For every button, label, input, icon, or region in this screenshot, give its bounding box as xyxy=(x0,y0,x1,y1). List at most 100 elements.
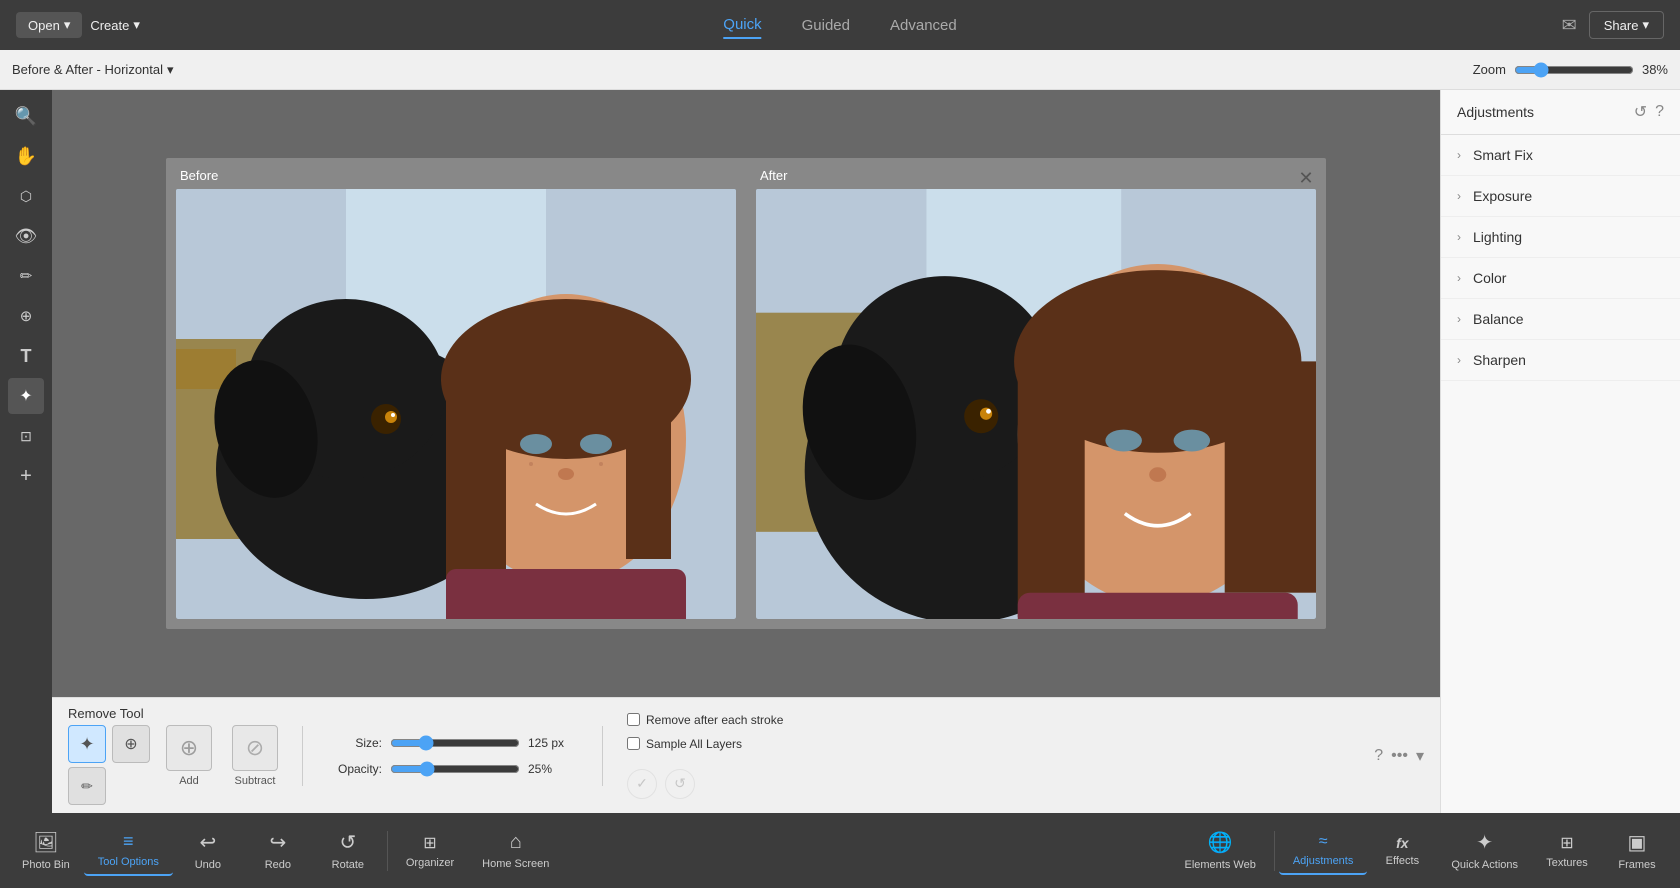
organizer-button[interactable]: ⊞ Organizer xyxy=(392,827,468,875)
transform-tool[interactable]: ⊡ xyxy=(8,418,44,454)
after-image xyxy=(756,189,1316,619)
undo-label: Undo xyxy=(195,859,221,871)
quick-actions-button[interactable]: ✦ Quick Actions xyxy=(1437,824,1532,877)
photo-panel: ✕ Before xyxy=(166,158,1326,629)
tool-options-label: Tool Options xyxy=(98,856,159,868)
action-buttons: ✓ ↺ xyxy=(627,769,783,799)
tool-options-icon: ≡ xyxy=(123,831,134,852)
subtract-label: Subtract xyxy=(235,775,276,787)
opacity-slider[interactable] xyxy=(390,761,520,777)
effects-button[interactable]: fx Effects xyxy=(1367,829,1437,873)
share-button[interactable]: Share ▾ xyxy=(1589,11,1664,39)
rotate-button[interactable]: ↺ Rotate xyxy=(313,824,383,877)
tab-quick[interactable]: Quick xyxy=(723,12,761,39)
view-mode-select[interactable]: Before & After - Horizontal ▾ xyxy=(12,62,174,78)
share-label: Share xyxy=(1604,18,1639,33)
brush-tool[interactable]: ✏ xyxy=(8,258,44,294)
brush-alternate-btn[interactable]: ⊕ xyxy=(112,725,150,763)
opacity-label: Opacity: xyxy=(327,762,382,776)
textures-button[interactable]: ⊞ Textures xyxy=(1532,827,1602,875)
adjustments-help-button[interactable]: ? xyxy=(1655,102,1664,122)
subtract-brush-btn[interactable]: ⊘ xyxy=(232,725,278,771)
create-button[interactable]: Create ▾ xyxy=(90,17,140,33)
tool-options-help: ? ••• ▾ xyxy=(1374,746,1424,766)
frames-button[interactable]: ▣ Frames xyxy=(1602,824,1672,877)
bottom-bar: 🖼 Photo Bin ≡ Tool Options ↩ Undo ↪ Redo… xyxy=(0,813,1680,888)
subtract-group: ⊘ Subtract xyxy=(232,725,278,787)
text-tool[interactable]: T xyxy=(8,338,44,374)
checkbox-group: Remove after each stroke Sample All Laye… xyxy=(627,713,783,799)
zoom-value: 38% xyxy=(1642,62,1668,77)
undo-button[interactable]: ↩ Undo xyxy=(173,824,243,877)
size-slider[interactable] xyxy=(390,735,520,751)
adj-color[interactable]: › Color xyxy=(1441,258,1680,299)
add-group: ⊕ Add xyxy=(166,725,212,787)
close-button[interactable]: ✕ xyxy=(1294,166,1318,190)
hand-tool[interactable]: ✋ xyxy=(8,138,44,174)
sample-all-layers-checkbox[interactable] xyxy=(627,737,640,750)
adj-exposure[interactable]: › Exposure xyxy=(1441,176,1680,217)
top-bar-right: ✉ Share ▾ xyxy=(1562,11,1664,39)
right-panel: Adjustments ↺ ? › Smart Fix › Exposure ›… xyxy=(1440,90,1680,813)
tool-options-button[interactable]: ≡ Tool Options xyxy=(84,825,173,876)
confirm-button[interactable]: ✓ xyxy=(627,769,657,799)
photo-bin-button[interactable]: 🖼 Photo Bin xyxy=(8,824,84,877)
visibility-tool[interactable]: 👁 xyxy=(8,218,44,254)
adjustments-button[interactable]: ≈ Adjustments xyxy=(1279,827,1368,875)
add-brush-btn[interactable]: ⊕ xyxy=(166,725,212,771)
expand-button[interactable]: ▾ xyxy=(1416,746,1424,766)
tab-guided[interactable]: Guided xyxy=(802,13,850,38)
eraser-btn[interactable]: ✏ xyxy=(68,767,106,805)
main-layout: 🔍 ✋ ⬡ 👁 ✏ ⊕ T ✦ ⊡ + ✕ Before xyxy=(0,90,1680,813)
bottom-bar-right: 🌐 Elements Web ≈ Adjustments fx Effects … xyxy=(1171,824,1673,877)
brush-active-btn[interactable]: ✦ xyxy=(68,725,106,763)
adj-balance[interactable]: › Balance xyxy=(1441,299,1680,340)
exposure-chevron-icon: › xyxy=(1457,189,1461,203)
textures-icon: ⊞ xyxy=(1560,833,1573,853)
canvas-content: ✕ Before xyxy=(52,90,1440,697)
help-button[interactable]: ? xyxy=(1374,747,1383,765)
opacity-value: 25% xyxy=(528,762,578,776)
remove-after-stroke-label: Remove after each stroke xyxy=(646,713,783,727)
open-label: Open xyxy=(28,18,60,33)
add-label: Add xyxy=(179,775,199,787)
add-tool[interactable]: + xyxy=(8,458,44,494)
divider-1 xyxy=(302,726,303,786)
adj-smart-fix[interactable]: › Smart Fix xyxy=(1441,135,1680,176)
rotate-icon: ↺ xyxy=(339,830,356,855)
adj-sharpen[interactable]: › Sharpen xyxy=(1441,340,1680,381)
remove-after-stroke-row: Remove after each stroke xyxy=(627,713,783,727)
remove-after-stroke-checkbox[interactable] xyxy=(627,713,640,726)
tab-advanced[interactable]: Advanced xyxy=(890,13,957,38)
exposure-label: Exposure xyxy=(1473,188,1532,204)
adj-lighting[interactable]: › Lighting xyxy=(1441,217,1680,258)
elements-web-button[interactable]: 🌐 Elements Web xyxy=(1171,824,1270,877)
sliders: Size: 125 px Opacity: 25% xyxy=(327,735,578,777)
stamp-tool[interactable]: ⊕ xyxy=(8,298,44,334)
smart-fix-label: Smart Fix xyxy=(1473,147,1533,163)
color-label: Color xyxy=(1473,270,1506,286)
elements-web-icon: 🌐 xyxy=(1208,830,1233,855)
zoom-label: Zoom xyxy=(1473,62,1506,77)
redo-button[interactable]: ↪ Redo xyxy=(243,824,313,877)
view-mode-label: Before & After - Horizontal xyxy=(12,62,163,77)
open-button[interactable]: Open ▾ xyxy=(16,12,82,38)
view-mode-chevron-icon: ▾ xyxy=(167,62,174,78)
spot-healing-tool[interactable]: ✦ xyxy=(8,378,44,414)
color-chevron-icon: › xyxy=(1457,271,1461,285)
zoom-slider[interactable] xyxy=(1514,62,1634,78)
zoom-tool[interactable]: 🔍 xyxy=(8,98,44,134)
effects-label: Effects xyxy=(1386,855,1419,867)
tool-name: Remove Tool xyxy=(68,706,270,721)
selection-tool[interactable]: ⬡ xyxy=(8,178,44,214)
photo-bin-label: Photo Bin xyxy=(22,859,70,871)
smart-fix-chevron-icon: › xyxy=(1457,148,1461,162)
adjustments-reset-button[interactable]: ↺ xyxy=(1634,102,1647,122)
home-screen-button[interactable]: ⌂ Home Screen xyxy=(468,825,563,876)
cancel-action-button[interactable]: ↺ xyxy=(665,769,695,799)
rotate-label: Rotate xyxy=(332,859,364,871)
more-button[interactable]: ••• xyxy=(1391,747,1408,765)
bottom-bar-left: 🖼 Photo Bin ≡ Tool Options ↩ Undo ↪ Redo… xyxy=(8,824,563,877)
lighting-label: Lighting xyxy=(1473,229,1522,245)
mail-icon[interactable]: ✉ xyxy=(1562,15,1577,36)
